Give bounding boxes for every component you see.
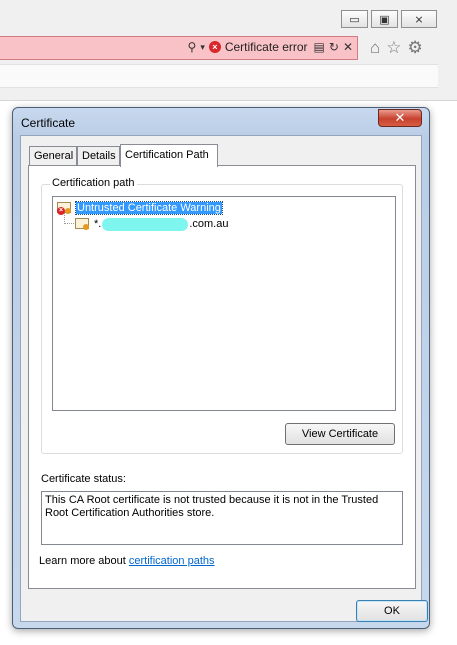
tree-item-leaf-suffix: .com.au	[189, 218, 229, 230]
minimize-button[interactable]: ▭	[341, 10, 368, 28]
view-certificate-button[interactable]: View Certificate	[285, 423, 395, 445]
untrusted-certificate-icon: ×	[57, 201, 73, 215]
certificate-icon	[75, 217, 91, 231]
dropdown-icon[interactable]: ▾	[200, 42, 205, 53]
certification-paths-link[interactable]: certification paths	[129, 555, 215, 567]
window-controls: ▭ ▣ ⨯	[341, 10, 437, 28]
maximize-button[interactable]: ▣	[371, 10, 398, 28]
home-icon[interactable]: ⌂	[370, 38, 380, 58]
certificate-status-text[interactable]: This CA Root certificate is not trusted …	[41, 491, 403, 545]
tab-certification-path[interactable]: Certification Path	[120, 144, 218, 167]
tree-item-root-label[interactable]: Untrusted Certificate Warning	[75, 201, 223, 215]
tab-general[interactable]: General	[29, 146, 77, 166]
tree-item-leaf[interactable]: *. .com.au	[75, 216, 228, 232]
learn-more: Learn more about certification paths	[39, 555, 215, 567]
certificate-error-label[interactable]: Certificate error	[225, 40, 308, 54]
toolbar-icons: ⌂ ☆ ⚙	[370, 38, 423, 58]
learn-more-prefix: Learn more about	[39, 555, 129, 567]
search-icon[interactable]: ⚲	[188, 40, 197, 54]
tab-strip	[0, 64, 438, 88]
certificate-tree[interactable]: × Untrusted Certificate Warning *. .com.a…	[52, 196, 396, 411]
tree-item-leaf-prefix: *.	[94, 218, 102, 230]
dialog-close-button[interactable]: ✕	[378, 109, 422, 127]
compatibility-icon[interactable]: ▤	[314, 40, 325, 54]
certification-path-label: Certification path	[50, 177, 137, 189]
redacted-domain	[102, 217, 189, 231]
certification-path-panel: Certification path × Untrusted Certifica…	[28, 165, 416, 589]
certificate-status-label: Certificate status:	[41, 473, 126, 485]
stop-icon[interactable]: ✕	[343, 40, 353, 54]
certificate-dialog: Certificate ✕ General Details Certificat…	[12, 107, 430, 629]
address-bar[interactable]: ⚲ ▾ × Certificate error ▤ ↻ ✕	[0, 36, 358, 60]
dialog-body: General Details Certification Path Certi…	[20, 135, 428, 622]
dialog-title: Certificate	[21, 116, 76, 130]
star-icon[interactable]: ☆	[386, 38, 401, 58]
tree-connector	[64, 223, 74, 225]
refresh-icon[interactable]: ↻	[329, 40, 339, 54]
ok-button[interactable]: OK	[356, 600, 428, 622]
certificate-error-icon[interactable]: ×	[208, 41, 221, 53]
tree-item-root[interactable]: × Untrusted Certificate Warning	[57, 200, 223, 216]
window-close-button[interactable]: ⨯	[401, 10, 437, 28]
address-tools: ⚲ ▾ × Certificate error ▤ ↻ ✕	[188, 40, 353, 54]
certification-path-group: Certification path × Untrusted Certifica…	[41, 177, 403, 454]
tab-details[interactable]: Details	[77, 146, 120, 166]
gear-icon[interactable]: ⚙	[408, 38, 423, 58]
